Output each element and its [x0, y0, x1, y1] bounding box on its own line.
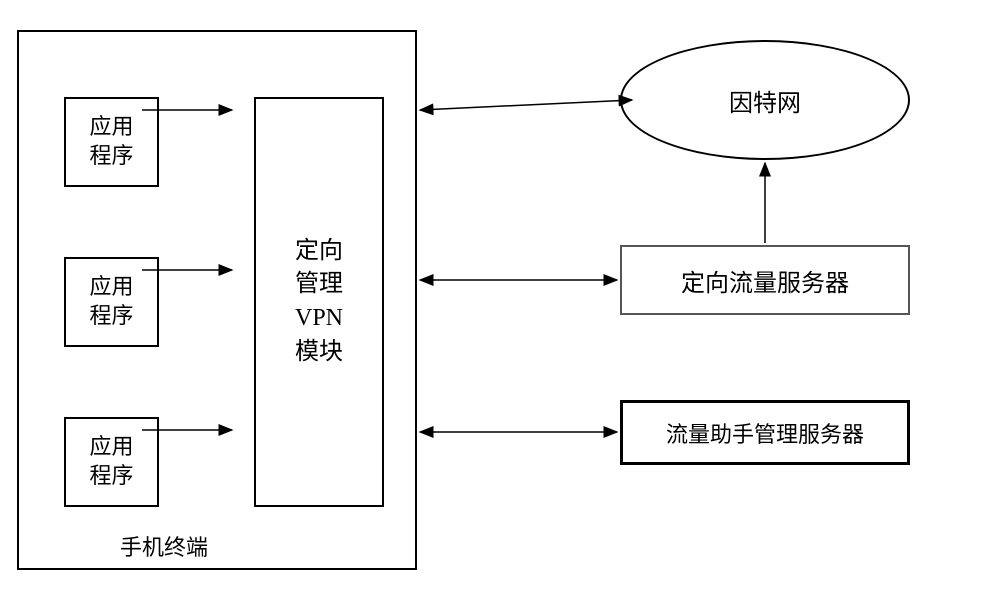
assistant-server-box: 流量助手管理服务器 [620, 400, 910, 465]
internet-label: 因特网 [729, 83, 801, 118]
traffic-server-box: 定向流量服务器 [620, 245, 910, 315]
internet-ellipse: 因特网 [620, 40, 910, 160]
app-box-3: 应用 程序 [64, 417, 159, 507]
traffic-server-label: 定向流量服务器 [681, 263, 849, 298]
app-label-2: 应用 程序 [89, 273, 133, 330]
app-box-2: 应用 程序 [64, 257, 159, 347]
phone-terminal-label: 手机终端 [120, 530, 208, 562]
vpn-module-box: 定向 管理 VPN 模块 [254, 97, 384, 507]
app-label-3: 应用 程序 [89, 433, 133, 490]
app-box-1: 应用 程序 [64, 97, 159, 187]
assistant-server-label: 流量助手管理服务器 [666, 417, 864, 449]
vpn-module-label: 定向 管理 VPN 模块 [295, 235, 343, 369]
app-label-1: 应用 程序 [89, 113, 133, 170]
phone-terminal-container: 应用 程序 应用 程序 应用 程序 定向 管理 VPN 模块 [17, 30, 417, 570]
